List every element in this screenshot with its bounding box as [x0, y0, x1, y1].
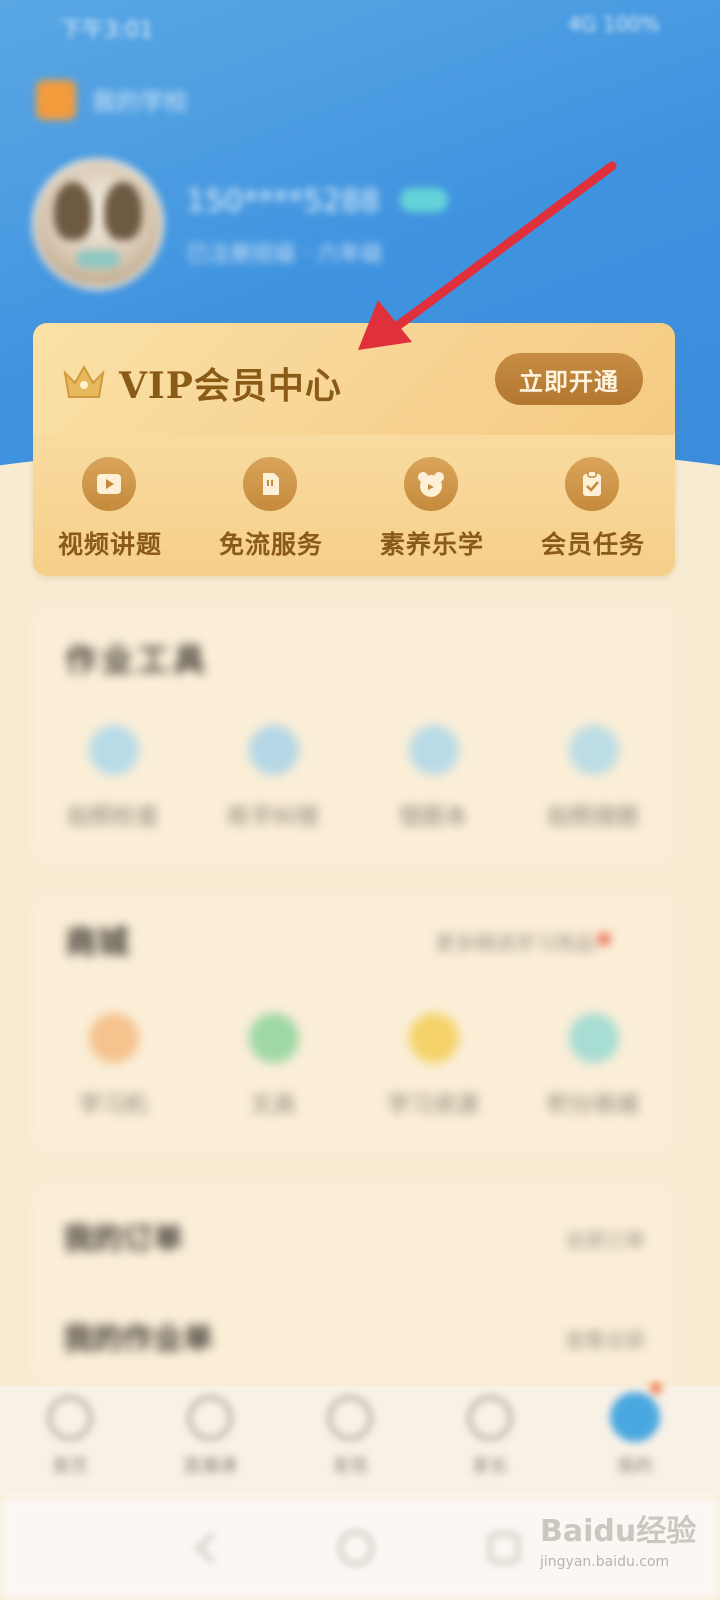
notification-dot [650, 1382, 662, 1394]
recents-icon[interactable] [482, 1526, 526, 1570]
vip-title: VIP会员中心 [119, 365, 342, 407]
vip-open-button[interactable]: 立即开通 [495, 353, 643, 405]
crown-icon [63, 364, 105, 398]
avatar[interactable] [32, 158, 164, 290]
nav-label: 发现 [332, 1456, 368, 1477]
user-phone: 150****5288 [186, 184, 380, 219]
tool-label: 练字纠错 [227, 804, 319, 830]
profile-icon [610, 1392, 660, 1442]
orders-card: 我的订单 全部订单 我的作业单 查看全部 [33, 1186, 675, 1386]
vip-item-literacy[interactable]: 素养乐学 [352, 457, 512, 567]
homework-tools-card: 作业工具 拍照检查 练字纠错 错题本 拍照搜题 [33, 607, 675, 862]
camera-check-icon [89, 725, 139, 775]
mall-label: 积分商城 [547, 1092, 639, 1118]
nav-label: 直播课 [183, 1456, 237, 1477]
nav-label: 家长 [472, 1456, 508, 1477]
nav-label: 首页 [52, 1456, 88, 1477]
live-icon [188, 1396, 232, 1440]
status-indicators: 4G 100% [568, 12, 660, 36]
pen-check-icon [249, 725, 299, 775]
nav-label: 我的 [617, 1456, 653, 1477]
bottom-nav: 首页 直播课 发现 家长 我的 [0, 1382, 720, 1496]
user-level-badge [400, 188, 448, 212]
notebook-icon [409, 725, 459, 775]
vip-item-label: 免流服务 [218, 530, 323, 559]
tool-label: 拍照检查 [67, 804, 159, 830]
parent-icon [468, 1396, 512, 1440]
orders-link[interactable]: 全部订单 [565, 1224, 645, 1253]
school-icon [36, 80, 76, 120]
homework-list-title: 我的作业单 [63, 1322, 213, 1357]
tool-label: 拍照搜题 [547, 804, 639, 830]
resource-icon [409, 1013, 459, 1063]
back-icon[interactable] [186, 1526, 230, 1570]
bear-face-icon [404, 457, 458, 511]
mall-label: 文具 [250, 1092, 296, 1118]
vip-item-label: 素养乐学 [379, 530, 484, 559]
learning-device-icon [89, 1013, 139, 1063]
orders-title: 我的订单 [63, 1222, 183, 1257]
mall-promo[interactable]: 更多精选学习用品 [435, 927, 595, 956]
vip-item-label: 会员任务 [540, 530, 645, 559]
status-time: 下午3:01 [60, 18, 154, 43]
homework-tools-title: 作业工具 [65, 641, 210, 679]
mall-label: 学习机 [78, 1092, 148, 1118]
vip-card[interactable]: VIP会员中心 立即开通 视频讲题 免流服务 素养乐学 会员任务 [33, 323, 675, 576]
user-info: 已注册班级 · 六年级 [186, 242, 383, 267]
status-bar: 下午3:01 4G 100% [60, 12, 660, 43]
points-mall-icon [569, 1013, 619, 1063]
discover-icon [328, 1396, 372, 1440]
vip-item-video[interactable]: 视频讲题 [30, 457, 190, 567]
notification-dot [598, 933, 610, 945]
home-icon [48, 1396, 92, 1440]
mall-label: 学习资源 [387, 1092, 479, 1118]
mall-card: 商城 更多精选学习用品 学习机 文具 学习资源 积分商城 [33, 895, 675, 1150]
clipboard-check-icon [565, 457, 619, 511]
sim-card-icon [243, 457, 297, 511]
vip-item-free-data[interactable]: 免流服务 [191, 457, 351, 567]
watermark-main: Baidu经验 [540, 1514, 697, 1549]
video-play-icon [82, 457, 136, 511]
school-name[interactable]: 我的学校 [92, 82, 188, 117]
vip-item-tasks[interactable]: 会员任务 [513, 457, 673, 567]
stationery-icon [249, 1013, 299, 1063]
baidu-watermark: Baidu经验 jingyan.baidu.com [540, 1496, 710, 1576]
tool-label: 错题本 [398, 804, 468, 830]
homework-list-link[interactable]: 查看全部 [565, 1324, 645, 1353]
mall-title: 商城 [65, 923, 130, 961]
watermark-sub: jingyan.baidu.com [540, 1554, 670, 1570]
scan-search-icon [569, 725, 619, 775]
home-circle-icon[interactable] [334, 1526, 378, 1570]
vip-item-label: 视频讲题 [57, 530, 162, 559]
